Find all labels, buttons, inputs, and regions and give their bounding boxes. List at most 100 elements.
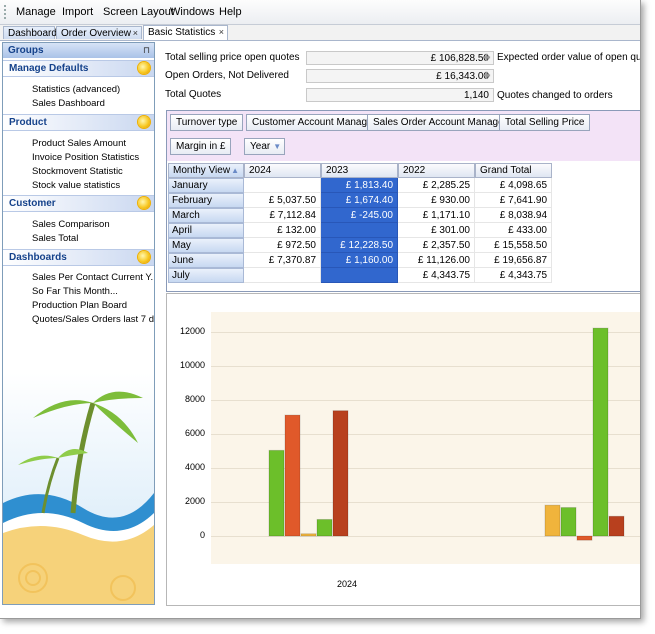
- sidebar-item-product-sales-amount[interactable]: Product Sales Amount: [32, 138, 126, 149]
- chart-bar[interactable]: [316, 518, 333, 537]
- sidebar-item-stock-value-statistics[interactable]: Stock value statistics: [32, 180, 120, 191]
- group-manage-defaults[interactable]: Manage Defaults: [3, 60, 154, 77]
- document-tabs: Dashboard Order Overview × Basic Statisti…: [0, 25, 640, 41]
- sidebar-item-quotes-sales-orders[interactable]: Quotes/Sales Orders last 7 d...: [32, 314, 154, 325]
- column-header-grand-total[interactable]: Grand Total: [475, 163, 552, 178]
- tab-order-overview[interactable]: Order Overview ×: [56, 26, 142, 39]
- table-cell[interactable]: £ 19,656.87: [475, 253, 552, 268]
- table-cell[interactable]: £ 132.00: [244, 223, 321, 238]
- table-cell[interactable]: £ 2,357.50: [398, 238, 475, 253]
- field-monthly-view[interactable]: Monthy View ▲: [168, 163, 244, 178]
- table-cell[interactable]: £ 7,641.90: [475, 193, 552, 208]
- tab-basic-statistics[interactable]: Basic Statistics ×: [143, 25, 228, 40]
- chart-bar[interactable]: [608, 515, 625, 537]
- chart-bar[interactable]: [576, 535, 593, 541]
- column-header-2023[interactable]: 2023: [321, 163, 398, 178]
- sun-icon[interactable]: [138, 116, 150, 128]
- row-header-april[interactable]: April: [168, 223, 244, 238]
- field-year-label: Year: [250, 141, 271, 152]
- menu-screen-layout[interactable]: Screen Layout: [103, 6, 174, 18]
- table-cell[interactable]: £ 1,813.40: [321, 178, 398, 193]
- table-cell[interactable]: £ 7,370.87: [244, 253, 321, 268]
- table-cell[interactable]: £ 12,228.50: [321, 238, 398, 253]
- filter-sales-order-account-manager[interactable]: Sales Order Account Manager: [367, 114, 513, 131]
- table-cell[interactable]: [244, 178, 321, 193]
- table-cell[interactable]: £ 2,285.25: [398, 178, 475, 193]
- table-cell[interactable]: £ 4,343.75: [398, 268, 475, 283]
- menu-windows[interactable]: Windows: [170, 6, 215, 18]
- tab-dashboard[interactable]: Dashboard: [3, 26, 57, 39]
- lookup-icon[interactable]: ✚: [481, 71, 492, 82]
- table-cell[interactable]: £ 1,160.00: [321, 253, 398, 268]
- group-dashboards[interactable]: Dashboards: [3, 249, 154, 266]
- table-cell[interactable]: £ 4,343.75: [475, 268, 552, 283]
- sidebar-item-production-plan-board[interactable]: Production Plan Board: [32, 300, 127, 311]
- table-cell[interactable]: £ -245.00: [321, 208, 398, 223]
- group-product[interactable]: Product: [3, 114, 154, 131]
- close-icon[interactable]: ×: [219, 26, 224, 39]
- chart-bar[interactable]: [592, 327, 609, 537]
- filter-total-selling-price[interactable]: Total Selling Price: [499, 114, 591, 131]
- table-cell[interactable]: £ 11,126.00: [398, 253, 475, 268]
- row-header-january[interactable]: January: [168, 178, 244, 193]
- table-cell[interactable]: £ 7,112.84: [244, 208, 321, 223]
- group-title: Customer: [9, 198, 56, 209]
- sun-icon[interactable]: [138, 251, 150, 263]
- sidebar-item-sales-dashboard[interactable]: Sales Dashboard: [32, 98, 105, 109]
- row-header-june[interactable]: June: [168, 253, 244, 268]
- open-orders-value: £ 16,343.00: [306, 69, 494, 83]
- menu-help[interactable]: Help: [219, 6, 242, 18]
- chart-bar[interactable]: [560, 507, 577, 537]
- row-header-may[interactable]: May: [168, 238, 244, 253]
- close-icon[interactable]: ×: [133, 27, 138, 40]
- filter-customer-account-manager[interactable]: Customer Account Manager: [246, 114, 382, 131]
- field-year[interactable]: Year ▼: [244, 138, 286, 155]
- table-cell[interactable]: £ 972.50: [244, 238, 321, 253]
- group-customer[interactable]: Customer: [3, 195, 154, 212]
- tab-label: Order Overview: [61, 28, 132, 39]
- table-cell[interactable]: £ 5,037.50: [244, 193, 321, 208]
- filter-dropdown-icon[interactable]: ▼: [273, 139, 281, 154]
- table-cell[interactable]: £ 15,558.50: [475, 238, 552, 253]
- table-cell[interactable]: [244, 268, 321, 283]
- table-cell[interactable]: £ 4,098.65: [475, 178, 552, 193]
- table-cell[interactable]: £ 301.00: [398, 223, 475, 238]
- sidebar-item-sales-total[interactable]: Sales Total: [32, 233, 78, 244]
- sidebar-item-stockmovent-statistic[interactable]: Stockmovent Statistic: [32, 166, 123, 177]
- table-cell[interactable]: £ 1,674.40: [321, 193, 398, 208]
- pin-icon[interactable]: ⊓: [143, 43, 150, 58]
- tab-label: Dashboard: [8, 28, 57, 39]
- sidebar-item-sales-per-contact[interactable]: Sales Per Contact Current Y...: [32, 272, 154, 283]
- total-quotes-label: Total Quotes: [165, 89, 222, 100]
- row-header-february[interactable]: February: [168, 193, 244, 208]
- menu-import[interactable]: Import: [62, 6, 93, 18]
- total-quotes-value: 1,140: [306, 88, 494, 102]
- chart-bar[interactable]: [544, 504, 561, 537]
- table-cell[interactable]: £ 1,171.10: [398, 208, 475, 223]
- row-header-march[interactable]: March: [168, 208, 244, 223]
- table-cell[interactable]: £ 8,038.94: [475, 208, 552, 223]
- sidebar-item-sales-comparison[interactable]: Sales Comparison: [32, 219, 110, 230]
- sidebar-item-so-far-this-month[interactable]: So Far This Month...: [32, 286, 118, 297]
- filter-area: Turnover type Customer Account Manager S…: [167, 111, 640, 135]
- sidebar-item-invoice-position-statistics[interactable]: Invoice Position Statistics: [32, 152, 139, 163]
- field-margin[interactable]: Margin in £: [170, 138, 232, 155]
- lookup-icon[interactable]: ✚: [481, 53, 492, 64]
- table-cell[interactable]: £ 930.00: [398, 193, 475, 208]
- column-header-2022[interactable]: 2022: [398, 163, 475, 178]
- chart-bar[interactable]: [332, 410, 349, 537]
- chart-bar[interactable]: [284, 414, 301, 537]
- table-cell[interactable]: [321, 223, 398, 238]
- quotes-changed-label: Quotes changed to orders: [497, 90, 613, 101]
- table-cell[interactable]: [321, 268, 398, 283]
- chart-bar[interactable]: [268, 449, 285, 537]
- row-header-july[interactable]: July: [168, 268, 244, 283]
- sun-icon[interactable]: [138, 197, 150, 209]
- chart-bar[interactable]: [300, 533, 317, 537]
- sidebar-item-statistics-advanced[interactable]: Statistics (advanced): [32, 84, 120, 95]
- sun-icon[interactable]: [138, 62, 150, 74]
- column-header-2024[interactable]: 2024: [244, 163, 321, 178]
- filter-turnover-type[interactable]: Turnover type: [170, 114, 244, 131]
- table-cell[interactable]: £ 433.00: [475, 223, 552, 238]
- menu-manage[interactable]: Manage: [16, 6, 56, 18]
